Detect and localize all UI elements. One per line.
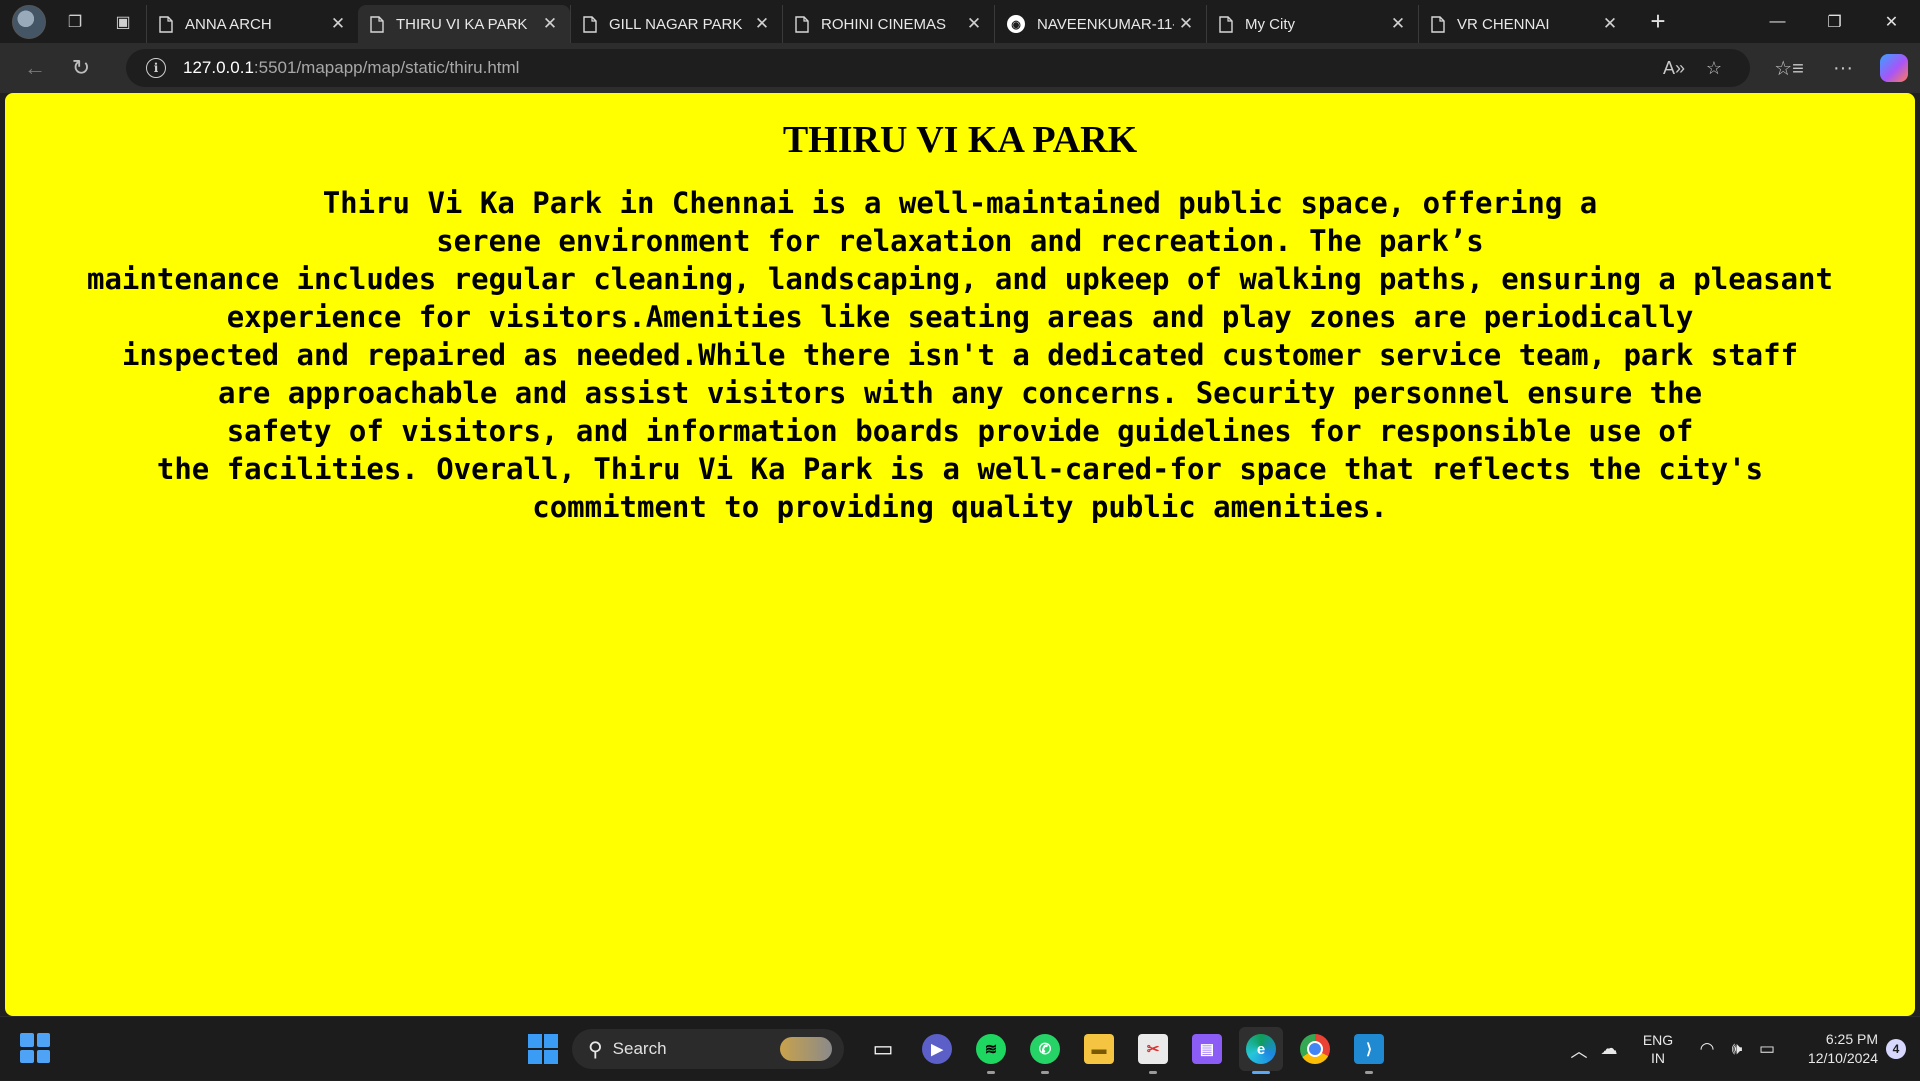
page-title: THIRU VI KA PARK <box>782 119 1138 161</box>
browser-window: ❐ ▣ ANNA ARCH ✕ THIRU VI KA PARK ✕ GILL NAGA… <box>0 0 1920 1080</box>
close-window-icon[interactable]: ✕ <box>1863 0 1920 43</box>
tab-label: GILL NAGAR PARK <box>609 15 743 33</box>
file-explorer-icon[interactable]: ▬ <box>1077 1027 1121 1071</box>
tab-0[interactable]: ANNA ARCH ✕ <box>146 5 358 43</box>
taskbar: ⚲ Search ▭ ▶ ≋ ✆ ▬ ✂ ▤ e ⟩ ︿ ☁ ENG IN ◠ … <box>0 1016 1920 1080</box>
url-path: :5501/mapapp/map/static/thiru.html <box>253 58 520 77</box>
chrome-icon[interactable] <box>1293 1027 1337 1071</box>
paragraph-line: inspected and repaired as needed.While t… <box>121 338 1799 372</box>
url-text[interactable]: 127.0.0.1:5501/mapapp/map/static/thiru.h… <box>183 58 519 78</box>
clock-date: 12/10/2024 <box>1807 1050 1878 1066</box>
widgets-icon[interactable] <box>20 1033 50 1063</box>
tab-5[interactable]: My City ✕ <box>1206 5 1418 43</box>
paragraph-line: Thiru Vi Ka Park in Chennai is a well-ma… <box>322 186 1598 220</box>
tab-label: NAVEENKUMAR-11- <box>1037 15 1174 33</box>
page-viewport: THIRU VI KA PARK Thiru Vi Ka Park in Che… <box>5 93 1915 1016</box>
paragraph-line: experience for visitors.Amenities like s… <box>226 300 1694 334</box>
favorites-icon[interactable]: ☆≡ <box>1762 56 1816 81</box>
favorite-star-icon[interactable]: ☆ <box>1694 58 1734 79</box>
wifi-icon[interactable]: ◠ <box>1692 1039 1722 1059</box>
address-actions: A» ☆ <box>1654 49 1734 87</box>
page-icon <box>583 15 597 33</box>
start-windows-icon[interactable] <box>528 1034 558 1064</box>
language-code: ENG <box>1642 1032 1674 1048</box>
clock-time: 6:25 PM <box>1825 1031 1878 1047</box>
clock[interactable]: 6:25 PM 12/10/2024 <box>1782 1030 1878 1068</box>
chevron-up-icon[interactable]: ︿ <box>1564 1037 1594 1062</box>
navigation-bar: ← ↻ i 127.0.0.1:5501/mapapp/map/static/t… <box>0 43 1920 93</box>
notification-badge[interactable]: 4 <box>1886 1039 1906 1059</box>
vertical-tabs-icon[interactable]: ▣ <box>104 5 142 39</box>
language-region: IN <box>1651 1050 1665 1066</box>
tab-strip: ❐ ▣ ANNA ARCH ✕ THIRU VI KA PARK ✕ GILL NAGA… <box>0 0 1920 43</box>
search-icon: ⚲ <box>588 1038 603 1061</box>
address-bar[interactable]: i 127.0.0.1:5501/mapapp/map/static/thiru… <box>126 49 1750 87</box>
snipping-tool-icon[interactable]: ✂ <box>1131 1027 1175 1074</box>
profile-avatar[interactable] <box>12 4 46 39</box>
spotify-icon[interactable]: ≋ <box>969 1027 1013 1074</box>
tab-close-icon[interactable]: ✕ <box>962 14 986 34</box>
refresh-icon[interactable]: ↻ <box>58 48 104 88</box>
page-icon <box>159 15 173 33</box>
paragraph-line: the facilities. Overall, Thiru Vi Ka Par… <box>156 452 1764 486</box>
whatsapp-icon[interactable]: ✆ <box>1023 1027 1067 1074</box>
tab-list: ANNA ARCH ✕ THIRU VI KA PARK ✕ GILL NAGAR PA… <box>146 0 1630 43</box>
battery-icon[interactable]: ▭ <box>1752 1039 1782 1059</box>
taskbar-apps: ⚲ Search ▭ ▶ ≋ ✆ ▬ ✂ ▤ e ⟩ <box>526 1025 1396 1074</box>
copilot-icon[interactable] <box>1880 54 1908 82</box>
meet-icon[interactable]: ▶ <box>915 1027 959 1071</box>
search-highlight-icon <box>780 1037 832 1061</box>
tab-close-icon[interactable]: ✕ <box>750 14 774 34</box>
toolbar-actions: ☆≡ ··· <box>1762 43 1908 93</box>
tab-label: THIRU VI KA PARK <box>396 15 528 33</box>
taskbar-search-label: Search <box>612 1039 667 1058</box>
back-arrow-icon[interactable]: ← <box>12 48 58 88</box>
github-icon: ◉ <box>1007 15 1025 33</box>
tab-2[interactable]: GILL NAGAR PARK ✕ <box>570 5 782 43</box>
workspaces-icon[interactable]: ❐ <box>56 5 94 39</box>
paragraph-line: serene environment for relaxation and re… <box>436 224 1484 258</box>
more-options-icon[interactable]: ··· <box>1816 57 1870 80</box>
edge-browser-icon[interactable]: e <box>1239 1027 1283 1074</box>
page-description: Thiru Vi Ka Park in Chennai is a well-ma… <box>56 184 1864 526</box>
page-icon <box>1219 15 1233 33</box>
video-editor-icon[interactable]: ▤ <box>1185 1027 1229 1071</box>
task-view-icon[interactable]: ▭ <box>861 1027 905 1071</box>
tab-close-icon[interactable]: ✕ <box>1174 14 1198 34</box>
paragraph-line: maintenance includes regular cleaning, l… <box>87 262 1833 296</box>
tab-close-icon[interactable]: ✕ <box>538 14 562 34</box>
new-tab-button[interactable]: + <box>1640 6 1676 37</box>
tab-label: ROHINI CINEMAS <box>821 15 947 33</box>
tab-close-icon[interactable]: ✕ <box>326 14 350 34</box>
page-icon <box>370 15 384 33</box>
volume-icon[interactable]: 🕪 <box>1722 1039 1752 1059</box>
tab-label: My City <box>1245 15 1295 33</box>
restore-icon[interactable]: ❐ <box>1806 0 1863 43</box>
paragraph-line: are approachable and assist visitors wit… <box>217 376 1703 410</box>
tab-1[interactable]: THIRU VI KA PARK ✕ <box>358 5 570 43</box>
taskbar-search[interactable]: ⚲ Search <box>572 1029 844 1069</box>
tab-3[interactable]: ROHINI CINEMAS ✕ <box>782 5 994 43</box>
tab-label: VR CHENNAI <box>1457 15 1550 33</box>
tab-4[interactable]: ◉ NAVEENKUMAR-11- ✕ <box>994 5 1206 43</box>
vscode-icon[interactable]: ⟩ <box>1347 1027 1391 1074</box>
language-indicator[interactable]: ENG IN <box>1630 1031 1686 1067</box>
read-aloud-icon[interactable]: A» <box>1654 58 1694 79</box>
url-host: 127.0.0.1 <box>183 58 254 77</box>
onedrive-icon[interactable]: ☁ <box>1594 1039 1624 1059</box>
minimize-icon[interactable]: — <box>1749 0 1806 43</box>
tab-close-icon[interactable]: ✕ <box>1386 14 1410 34</box>
site-info-icon[interactable]: i <box>146 58 166 78</box>
tab-close-icon[interactable]: ✕ <box>1598 14 1622 34</box>
page-icon <box>795 15 809 33</box>
paragraph-line: safety of visitors, and information boar… <box>226 414 1694 448</box>
window-controls: — ❐ ✕ <box>1749 0 1920 43</box>
tab-label: ANNA ARCH <box>185 15 272 33</box>
tab-6[interactable]: VR CHENNAI ✕ <box>1418 5 1630 43</box>
page-icon <box>1431 15 1445 33</box>
system-tray: ︿ ☁ ENG IN ◠ 🕪 ▭ 6:25 PM 12/10/2024 4 <box>1564 1017 1906 1081</box>
paragraph-line: commitment to providing quality public a… <box>532 490 1388 524</box>
